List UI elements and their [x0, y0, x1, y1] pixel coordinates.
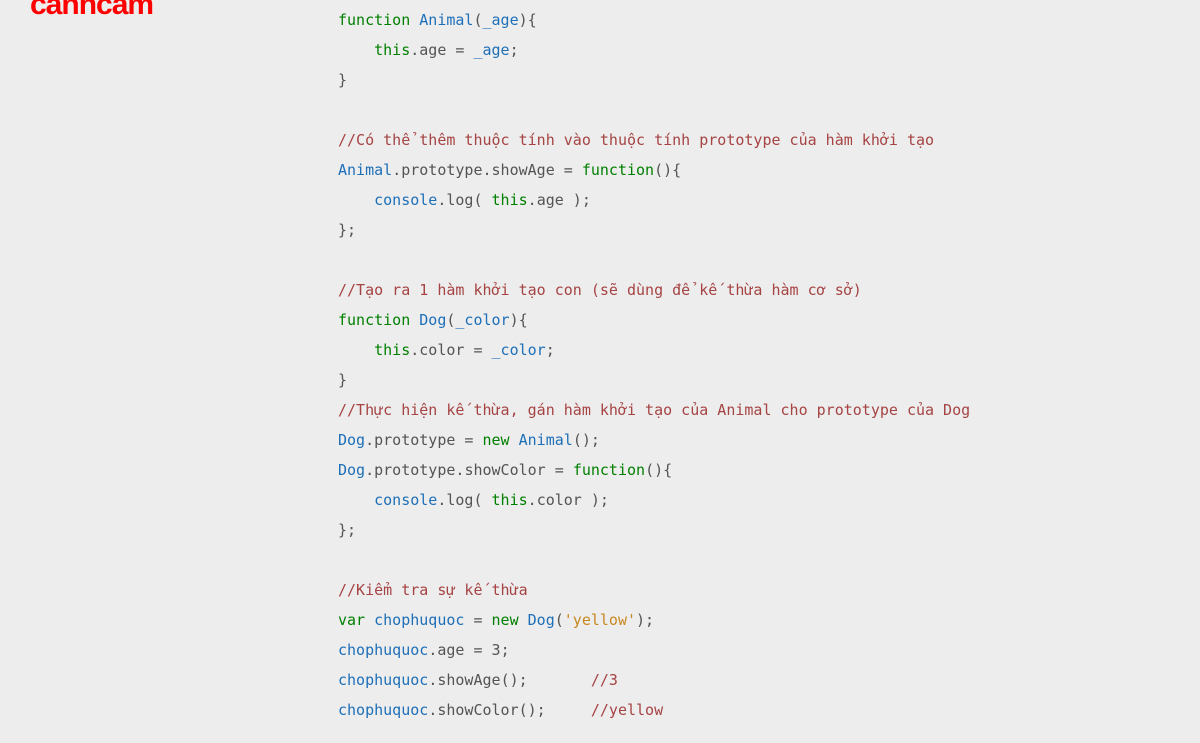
keyword-this: this: [374, 41, 410, 59]
keyword-function: function: [582, 161, 654, 179]
prop-age: age: [437, 641, 464, 659]
number-3: 3: [492, 641, 501, 659]
prop-age: age: [419, 41, 446, 59]
identifier-console: console: [374, 191, 437, 209]
param-age: _age: [473, 41, 509, 59]
prop-prototype: prototype: [374, 461, 455, 479]
comment-output: //3: [591, 671, 618, 689]
keyword-this: this: [492, 491, 528, 509]
keyword-new: new: [492, 611, 519, 629]
keyword-var: var: [338, 611, 365, 629]
keyword-function: function: [573, 461, 645, 479]
keyword-function: function: [338, 11, 410, 29]
param-color: _color: [455, 311, 509, 329]
comment-line: //Có thể thêm thuộc tính vào thuộc tính …: [338, 131, 934, 149]
param-age: _age: [483, 11, 519, 29]
identifier-animal: Animal: [419, 11, 473, 29]
prop-log: log: [446, 491, 473, 509]
prop-log: log: [446, 191, 473, 209]
identifier-dog: Dog: [419, 311, 446, 329]
comment-line: //Tạo ra 1 hàm khởi tạo con (sẽ dùng để …: [338, 281, 862, 299]
identifier-chophuquoc: chophuquoc: [374, 611, 464, 629]
code-snippet: function Animal(_age){ this.age = _age; …: [338, 5, 970, 725]
identifier-console: console: [374, 491, 437, 509]
comment-line: //Kiểm tra sự kế thừa: [338, 581, 528, 599]
prop-showage: showAge: [492, 161, 555, 179]
identifier-chophuquoc: chophuquoc: [338, 671, 428, 689]
identifier-dog: Dog: [338, 431, 365, 449]
prop-age: age: [537, 191, 564, 209]
prop-showage: showAge: [437, 671, 500, 689]
keyword-this: this: [492, 191, 528, 209]
prop-prototype: prototype: [374, 431, 455, 449]
string-yellow: 'yellow': [564, 611, 636, 629]
prop-showcolor: showColor: [464, 461, 545, 479]
keyword-this: this: [374, 341, 410, 359]
comment-output: //yellow: [591, 701, 663, 719]
identifier-chophuquoc: chophuquoc: [338, 641, 428, 659]
prop-prototype: prototype: [401, 161, 482, 179]
identifier-chophuquoc: chophuquoc: [338, 701, 428, 719]
param-color: _color: [492, 341, 546, 359]
identifier-animal: Animal: [338, 161, 392, 179]
identifier-animal: Animal: [519, 431, 573, 449]
identifier-dog: Dog: [338, 461, 365, 479]
comment-line: //Thực hiện kế thừa, gán hàm khởi tạo củ…: [338, 401, 970, 419]
keyword-function: function: [338, 311, 410, 329]
keyword-new: new: [483, 431, 510, 449]
watermark-logo: canhcam: [30, 0, 153, 22]
prop-showcolor: showColor: [437, 701, 518, 719]
prop-color: color: [419, 341, 464, 359]
identifier-dog: Dog: [528, 611, 555, 629]
prop-color: color: [537, 491, 582, 509]
